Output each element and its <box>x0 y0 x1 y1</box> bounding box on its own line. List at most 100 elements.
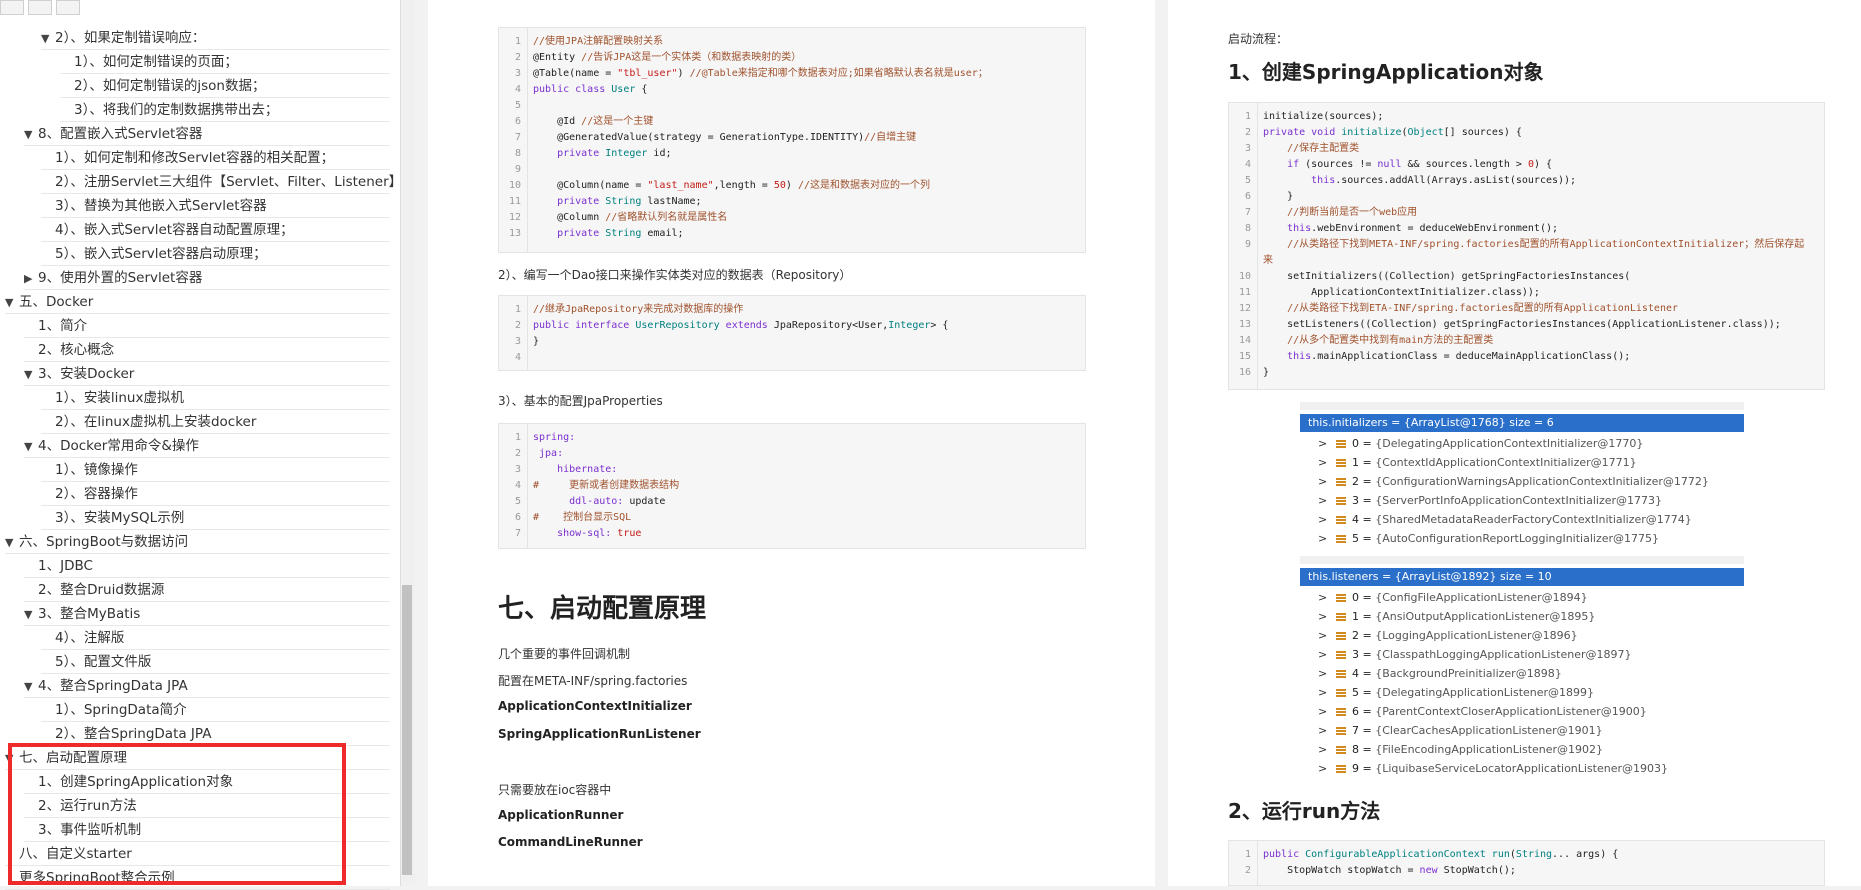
attachment-icon[interactable] <box>56 0 80 15</box>
chevron-right-icon[interactable]: > <box>1318 453 1336 472</box>
debugger-listeners-header[interactable]: this.listeners = {ArrayList@1892} size =… <box>1300 568 1744 586</box>
debugger-entry[interactable]: >9 = {LiquibaseServiceLocatorApplication… <box>1318 759 1668 778</box>
code-token: //从多个配置类中找到有main方法的主配置类 <box>1263 335 1493 346</box>
code-line: 5 this.sources.addAll(Arrays.asList(sour… <box>1229 173 1576 189</box>
expand-arrow-icon[interactable]: ▼ <box>24 435 38 459</box>
toc-item[interactable]: 2、核心概念 <box>38 338 114 362</box>
chevron-right-icon[interactable]: > <box>1318 626 1336 645</box>
debugger-entry[interactable]: >0 = {ConfigFileApplicationListener@1894… <box>1318 588 1588 607</box>
toc-item[interactable]: 1）、SpringData简介 <box>55 698 187 722</box>
chevron-right-icon[interactable]: > <box>1318 472 1336 491</box>
code-token: String <box>1516 849 1552 860</box>
debugger-entry[interactable]: >6 = {ParentContextCloserApplicationList… <box>1318 702 1647 721</box>
toc-item[interactable]: ▼3、整合MyBatis <box>24 602 140 626</box>
line-number: 5 <box>1229 173 1251 189</box>
code-token: //@Table来指定和哪个数据表对应;如果省略默认表名就是user； <box>690 68 988 79</box>
code-line: 2 jpa: <box>499 446 563 462</box>
toc-item[interactable]: 3）、将我们的定制数据携带出去； <box>74 98 278 122</box>
code-token: @Entity <box>533 52 581 63</box>
debugger-entry[interactable]: >3 = {ClasspathLoggingApplicationListene… <box>1318 645 1632 664</box>
debugger-initializers-header[interactable]: this.initializers = {ArrayList@1768} siz… <box>1300 414 1744 432</box>
debugger-entry[interactable]: >7 = {ClearCachesApplicationListener@190… <box>1318 721 1603 740</box>
chevron-right-icon[interactable]: > <box>1318 434 1336 453</box>
toc-item[interactable]: ▼3、安装Docker <box>24 362 134 386</box>
toc-item[interactable]: 1）、镜像操作 <box>55 458 138 482</box>
toc-item[interactable]: 4）、注解版 <box>55 626 124 650</box>
chevron-right-icon[interactable]: > <box>1318 645 1336 664</box>
toc-item[interactable]: ▼五、Docker <box>5 290 93 314</box>
chevron-right-icon[interactable]: > <box>1318 529 1336 548</box>
toc-item[interactable]: ▼8、配置嵌入式Servlet容器 <box>24 122 202 146</box>
toc-item[interactable]: 1、简介 <box>38 314 87 338</box>
chevron-right-icon[interactable]: > <box>1318 702 1336 721</box>
toc-item[interactable]: 2）、注册Servlet三大组件【Servlet、Filter、Listener… <box>55 170 401 194</box>
chevron-right-icon[interactable]: > <box>1318 664 1336 683</box>
collapse-arrow-icon[interactable]: ▶ <box>24 267 38 291</box>
expand-arrow-icon[interactable]: ▼ <box>41 27 55 51</box>
toc-item[interactable]: 1、JDBC <box>38 554 93 578</box>
debugger-entry-index: 0 = <box>1352 591 1375 604</box>
code-token: } <box>1263 191 1293 202</box>
toc-item[interactable]: ▼2）、如果定制错误响应： <box>41 26 205 50</box>
toc-item[interactable]: 5）、嵌入式Servlet容器启动原理； <box>55 242 267 266</box>
chevron-right-icon[interactable]: > <box>1318 721 1336 740</box>
paragraph-callbacks: 几个重要的事件回调机制 <box>498 645 630 662</box>
list-view-icon[interactable] <box>28 0 52 15</box>
debugger-entry[interactable]: >8 = {FileEncodingApplicationListener@19… <box>1318 740 1603 759</box>
chevron-right-icon[interactable]: > <box>1318 588 1336 607</box>
heading-run-method: 2、运行run方法 <box>1228 795 1380 824</box>
expand-arrow-icon[interactable]: ▼ <box>24 363 38 387</box>
toc-item[interactable]: 2、整合Druid数据源 <box>38 578 164 602</box>
line-number: 14 <box>1229 333 1251 349</box>
toc-item[interactable]: 5）、配置文件版 <box>55 650 151 674</box>
toc-item-label: 五、Docker <box>19 294 93 310</box>
chevron-right-icon[interactable]: > <box>1318 740 1336 759</box>
section-heading: 七、启动配置原理 <box>498 588 706 625</box>
debugger-entry[interactable]: >3 = {ServerPortInfoApplicationContextIn… <box>1318 491 1662 510</box>
code-token: lastName; <box>641 196 701 207</box>
toc-item[interactable]: 1）、如何定制错误的页面； <box>74 50 238 74</box>
toc-item[interactable]: 3）、替换为其他嵌入式Servlet容器 <box>55 194 267 218</box>
debugger-entry[interactable]: >2 = {ConfigurationWarningsApplicationCo… <box>1318 472 1709 491</box>
toc-item[interactable]: 1）、安装linux虚拟机 <box>55 386 184 410</box>
code-line: 5 <box>499 98 533 114</box>
expand-arrow-icon[interactable]: ▼ <box>24 603 38 627</box>
toc-item[interactable]: ▼4、Docker常用命令&操作 <box>24 434 199 458</box>
debugger-entry[interactable]: >4 = {BackgroundPreinitializer@1898} <box>1318 664 1562 683</box>
chevron-right-icon[interactable]: > <box>1318 491 1336 510</box>
chevron-right-icon[interactable]: > <box>1318 607 1336 626</box>
toc-item[interactable]: 2）、如何定制错误的json数据； <box>74 74 265 98</box>
debugger-entry-index: 8 = <box>1352 743 1375 756</box>
bold-context-initializer: ApplicationContextInitializer <box>498 699 692 713</box>
toc-item[interactable]: 2）、容器操作 <box>55 482 138 506</box>
expand-arrow-icon[interactable]: ▼ <box>24 123 38 147</box>
code-token: //使用JPA注解配置映射关系 <box>533 36 663 47</box>
line-number: 4 <box>499 478 521 494</box>
debugger-entry[interactable]: >1 = {ContextIdApplicationContextInitial… <box>1318 453 1637 472</box>
debugger-entry-value: {AnsiOutputApplicationListener@1895} <box>1375 610 1595 623</box>
chevron-right-icon[interactable]: > <box>1318 510 1336 529</box>
toc-item[interactable]: 4）、嵌入式Servlet容器自动配置原理； <box>55 218 294 242</box>
toc-item[interactable]: ▶9、使用外置的Servlet容器 <box>24 266 202 290</box>
code-token: Object <box>1408 127 1444 138</box>
debugger-entry[interactable]: >5 = {DelegatingApplicationListener@1899… <box>1318 683 1594 702</box>
debugger-entry[interactable]: >1 = {AnsiOutputApplicationListener@1895… <box>1318 607 1595 626</box>
debugger-entry[interactable]: >4 = {SharedMetadataReaderFactoryContext… <box>1318 510 1692 529</box>
debugger-entry[interactable]: >0 = {DelegatingApplicationContextInitia… <box>1318 434 1643 453</box>
toc-item[interactable]: ▼4、整合SpringData JPA <box>24 674 188 698</box>
debugger-entry[interactable]: >5 = {AutoConfigurationReportLoggingInit… <box>1318 529 1659 548</box>
sidebar-scroll-thumb[interactable] <box>402 585 412 875</box>
expand-arrow-icon[interactable]: ▼ <box>5 531 19 555</box>
grid-view-icon[interactable] <box>0 0 24 15</box>
chevron-right-icon[interactable]: > <box>1318 683 1336 702</box>
expand-arrow-icon[interactable]: ▼ <box>5 291 19 315</box>
debugger-entry[interactable]: >2 = {LoggingApplicationListener@1896} <box>1318 626 1578 645</box>
toc-item-label: 4）、嵌入式Servlet容器自动配置原理； <box>55 222 294 238</box>
toc-item[interactable]: ▼六、SpringBoot与数据访问 <box>5 530 188 554</box>
expand-arrow-icon[interactable]: ▼ <box>24 675 38 699</box>
chevron-right-icon[interactable]: > <box>1318 759 1336 778</box>
toc-item[interactable]: 3）、安装MySQL示例 <box>55 506 184 530</box>
toc-item[interactable]: 2）、在linux虚拟机上安装docker <box>55 410 256 434</box>
toc-item[interactable]: 1）、如何定制和修改Servlet容器的相关配置； <box>55 146 334 170</box>
code-token: setListeners((Collection) getSpringFacto… <box>1263 319 1781 330</box>
